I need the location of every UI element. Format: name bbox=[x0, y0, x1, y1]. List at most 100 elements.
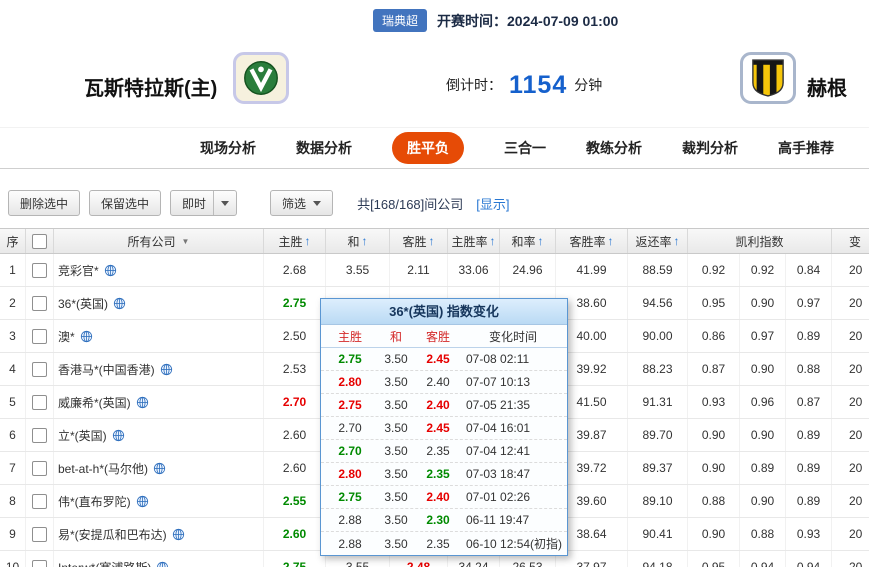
column-header-away[interactable]: 客胜↑ bbox=[390, 229, 448, 253]
live-odds-dropdown[interactable]: 即时 bbox=[170, 190, 237, 216]
nav-tab-4[interactable]: 三合一 bbox=[504, 138, 546, 158]
column-header-return-rate[interactable]: 返还率↑ bbox=[628, 229, 688, 253]
home-odds-cell[interactable]: 2.60 bbox=[264, 518, 326, 550]
filter-dropdown[interactable]: 筛选 bbox=[270, 190, 333, 216]
row-checkbox[interactable] bbox=[32, 527, 47, 542]
odds-change-popup: 36*(英国) 指数变化 主胜和客胜变化时间2.753.502.4507-08 … bbox=[320, 298, 568, 556]
company-name-text[interactable]: 立*(英国) bbox=[58, 427, 107, 444]
toolbar: 删除选中 保留选中 即时 筛选 共[168/168]间公司 [显示] bbox=[0, 187, 869, 219]
delete-selected-button[interactable]: 删除选中 bbox=[8, 190, 80, 216]
company-name-cell[interactable]: 威廉希*(英国) bbox=[54, 386, 264, 418]
home-odds-cell[interactable]: 2.75 bbox=[264, 551, 326, 567]
league-badge[interactable]: 瑞典超 bbox=[373, 9, 427, 32]
home-win-rate-cell: 33.06 bbox=[448, 254, 500, 286]
company-name-text[interactable]: Interw*(塞浦路斯) bbox=[58, 559, 151, 567]
row-checkbox[interactable] bbox=[32, 560, 47, 567]
home-odds-cell[interactable]: 2.68 bbox=[264, 254, 326, 286]
select-all-checkbox[interactable] bbox=[32, 234, 47, 249]
company-count-text: 共[168/168]间公司 bbox=[357, 194, 463, 213]
popup-body: 主胜和客胜变化时间2.753.502.4507-08 02:112.803.50… bbox=[321, 325, 567, 555]
company-name-cell[interactable]: 立*(英国) bbox=[54, 419, 264, 451]
globe-icon[interactable] bbox=[136, 396, 149, 409]
row-checkbox[interactable] bbox=[32, 263, 47, 278]
live-odds-label: 即时 bbox=[182, 195, 206, 212]
company-name-text[interactable]: 香港马*(中国香港) bbox=[58, 361, 155, 378]
home-odds-cell[interactable]: 2.55 bbox=[264, 485, 326, 517]
sort-arrow-icon[interactable]: ↑ bbox=[490, 234, 496, 248]
home-odds-cell[interactable]: 2.60 bbox=[264, 452, 326, 484]
company-name-cell[interactable]: Interw*(塞浦路斯) bbox=[54, 551, 264, 567]
row-checkbox[interactable] bbox=[32, 296, 47, 311]
change-time-cell: 20 bbox=[832, 485, 869, 517]
company-name-text[interactable]: 竞彩官* bbox=[58, 262, 99, 279]
return-rate-cell: 94.56 bbox=[628, 287, 688, 319]
nav-tab-1[interactable]: 现场分析 bbox=[200, 138, 256, 158]
globe-icon[interactable] bbox=[153, 462, 166, 475]
keep-selected-button[interactable]: 保留选中 bbox=[89, 190, 161, 216]
show-link[interactable]: [显示] bbox=[476, 194, 509, 213]
live-dropdown-caret[interactable] bbox=[213, 191, 229, 215]
column-header-draw-rate[interactable]: 和率↑ bbox=[500, 229, 556, 253]
company-name-cell[interactable]: 易*(安提瓜和巴布达) bbox=[54, 518, 264, 550]
popup-odds-row: 2.803.502.4007-07 10:13 bbox=[321, 371, 567, 394]
home-odds-cell[interactable]: 2.70 bbox=[264, 386, 326, 418]
company-name-cell[interactable]: 竞彩官* bbox=[54, 254, 264, 286]
nav-tab-2[interactable]: 数据分析 bbox=[296, 138, 352, 158]
popup-draw-odds: 3.50 bbox=[377, 421, 415, 435]
globe-icon[interactable] bbox=[113, 297, 126, 310]
home-odds-cell[interactable]: 2.60 bbox=[264, 419, 326, 451]
row-checkbox[interactable] bbox=[32, 329, 47, 344]
company-name-cell[interactable]: 香港马*(中国香港) bbox=[54, 353, 264, 385]
popup-draw-odds: 3.50 bbox=[377, 537, 415, 551]
company-name-text[interactable]: 36*(英国) bbox=[58, 295, 108, 312]
globe-icon[interactable] bbox=[136, 495, 149, 508]
sort-arrow-icon[interactable]: ↑ bbox=[674, 234, 680, 248]
row-checkbox[interactable] bbox=[32, 461, 47, 476]
company-name-text[interactable]: bet-at-h*(马尔他) bbox=[58, 460, 148, 477]
row-checkbox[interactable] bbox=[32, 395, 47, 410]
company-name-cell[interactable]: 36*(英国) bbox=[54, 287, 264, 319]
column-header-company[interactable]: 所有公司▼ bbox=[54, 229, 264, 253]
column-header-home-rate[interactable]: 主胜率↑ bbox=[448, 229, 500, 253]
globe-icon[interactable] bbox=[80, 330, 93, 343]
away-odds-cell[interactable]: 2.11 bbox=[390, 254, 448, 286]
sort-arrow-icon[interactable]: ↑ bbox=[429, 234, 435, 248]
popup-odds-row: 2.703.502.4507-04 16:01 bbox=[321, 417, 567, 440]
nav-tab-5[interactable]: 教练分析 bbox=[586, 138, 642, 158]
company-name-text[interactable]: 易*(安提瓜和巴布达) bbox=[58, 526, 167, 543]
company-name-cell[interactable]: bet-at-h*(马尔他) bbox=[54, 452, 264, 484]
home-odds-cell[interactable]: 2.75 bbox=[264, 287, 326, 319]
sort-arrow-icon[interactable]: ↑ bbox=[608, 234, 614, 248]
sort-arrow-icon[interactable]: ↑ bbox=[362, 234, 368, 248]
company-name-text[interactable]: 伟*(直布罗陀) bbox=[58, 493, 131, 510]
filter-caret-icon[interactable]: ▼ bbox=[182, 237, 190, 246]
home-odds-cell[interactable]: 2.50 bbox=[264, 320, 326, 352]
globe-icon[interactable] bbox=[112, 429, 125, 442]
row-checkbox[interactable] bbox=[32, 494, 47, 509]
company-name-text[interactable]: 威廉希*(英国) bbox=[58, 394, 131, 411]
row-checkbox[interactable] bbox=[32, 362, 47, 377]
column-header-draw[interactable]: 和↑ bbox=[326, 229, 390, 253]
globe-icon[interactable] bbox=[160, 363, 173, 376]
draw-odds-cell[interactable]: 3.55 bbox=[326, 254, 390, 286]
nav-tab-6[interactable]: 裁判分析 bbox=[682, 138, 738, 158]
kelly-index-1-cell: 0.93 bbox=[688, 386, 740, 418]
caret-down-icon bbox=[221, 201, 229, 206]
row-checkbox[interactable] bbox=[32, 428, 47, 443]
nav-tab-3[interactable]: 胜平负 bbox=[392, 132, 464, 164]
home-odds-cell[interactable]: 2.53 bbox=[264, 353, 326, 385]
popup-change-time: 07-08 02:11 bbox=[461, 352, 565, 366]
nav-tab-7[interactable]: 高手推荐 bbox=[778, 138, 834, 158]
sort-arrow-icon[interactable]: ↑ bbox=[305, 234, 311, 248]
sort-arrow-icon[interactable]: ↑ bbox=[538, 234, 544, 248]
globe-icon[interactable] bbox=[156, 561, 169, 567]
column-header-away-rate[interactable]: 客胜率↑ bbox=[556, 229, 628, 253]
row-seq: 8 bbox=[0, 485, 26, 517]
company-name-cell[interactable]: 澳* bbox=[54, 320, 264, 352]
globe-icon[interactable] bbox=[104, 264, 117, 277]
return-rate-cell: 89.37 bbox=[628, 452, 688, 484]
globe-icon[interactable] bbox=[172, 528, 185, 541]
column-header-home[interactable]: 主胜↑ bbox=[264, 229, 326, 253]
company-name-text[interactable]: 澳* bbox=[58, 328, 75, 345]
company-name-cell[interactable]: 伟*(直布罗陀) bbox=[54, 485, 264, 517]
